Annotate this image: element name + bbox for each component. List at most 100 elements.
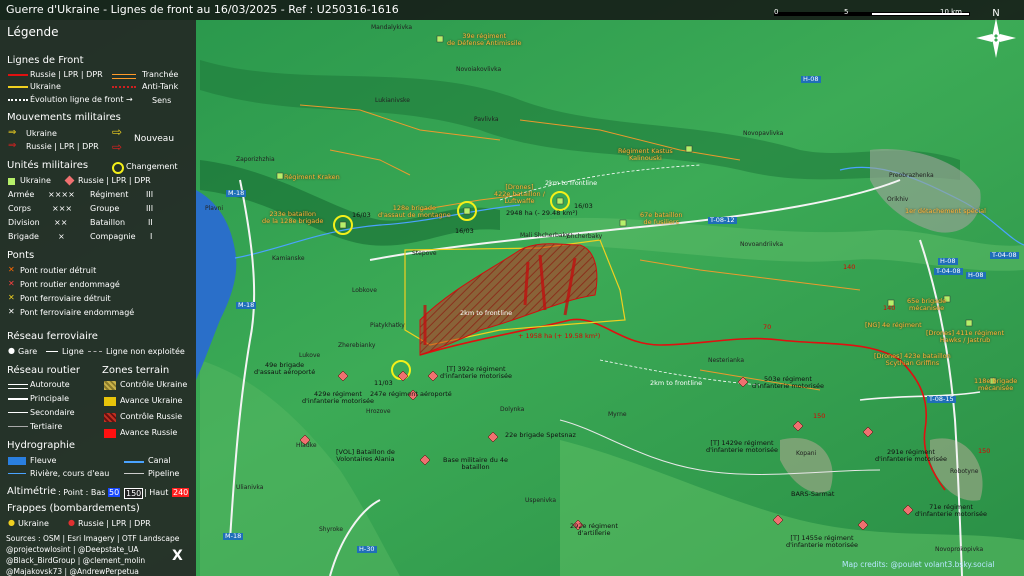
legend-swatch (8, 412, 28, 413)
town-label: Stepove (412, 250, 437, 257)
ukraine-arrow-icon: ⇒ (8, 127, 17, 138)
echelon-label: Régiment (90, 190, 129, 199)
unit-label-russia: [T] 1455e régiment d'infanterie motorisé… (786, 534, 859, 549)
legend-swatch (112, 86, 136, 88)
north-arrow: N (976, 4, 1016, 64)
new-ukraine-arrow-icon: ⇨ (112, 125, 123, 139)
area-label: 2948 ha (- 29.48 km²) (506, 209, 578, 217)
elevation-label: 150 (813, 412, 826, 420)
unit-label-ukraine: [Drones] 423e bataillon Scythian Griffin… (874, 352, 951, 367)
frontline-distance-label: 2km to frontline (460, 309, 513, 317)
echelon-symbol: II (148, 218, 153, 227)
road-label: H-30 (357, 545, 377, 553)
road-label: M-18 (236, 301, 257, 309)
legend-roads-heading: Réseau routier (7, 365, 80, 376)
legend-item: Canal (148, 456, 171, 465)
ukraine-unit-icon (8, 178, 15, 185)
legend-rail-heading: Réseau ferroviaire (7, 331, 98, 342)
legend-movements-heading: Mouvements militaires (7, 112, 121, 123)
altimetry-text: : Point : Bas (58, 488, 106, 497)
legend-item: Gare (18, 347, 38, 356)
legend-item: Ukraine (30, 82, 61, 91)
date-label: 16/03 (455, 227, 474, 235)
unit-label-ukraine: 65e brigade mécanisée (907, 297, 947, 312)
new-russia-arrow-icon: ⇨ (112, 140, 123, 154)
town-label: Nesterianka (708, 357, 745, 364)
ukraine-strike-icon: ● (8, 518, 15, 527)
road-label: T-04-08 (934, 267, 963, 275)
unit-label-ukraine: 67e bataillon de fusiliers (640, 211, 683, 226)
legend-item: Rivière, cours d'eau (30, 469, 110, 478)
unit-label-ukraine: 118e brigade mécanisée (974, 377, 1018, 392)
unit-label-ukraine: Régiment Kastus Kalinouski (618, 147, 673, 162)
road-label: M-18 (226, 189, 247, 197)
town-label: Kamianske (272, 255, 305, 262)
area-label: + 1958 ha (+ 19.58 km²) (518, 332, 601, 340)
town-label: Shcherbaky (567, 233, 603, 240)
echelon-label: Corps (8, 204, 32, 213)
bridge-damaged-icon: ✕ (8, 279, 15, 288)
town-label: Orikhiv (887, 196, 909, 203)
legend-swatch (104, 381, 116, 390)
legend-item: Secondaire (30, 408, 75, 417)
unit-label-ukraine: 128e brigade d'assaut de montagne (378, 204, 451, 219)
frontline-distance-label: 2km to frontline (545, 179, 598, 187)
unit-label-russia: 71e régiment d'infanterie motorisée (915, 503, 988, 518)
legend-swatch (104, 429, 116, 438)
unit-label-russia: 49e brigade d'assaut aéroporté (254, 361, 316, 376)
echelon-label: Compagnie (90, 232, 136, 241)
unit-label-russia: [T] 1429e régiment d'infanterie motorisé… (706, 439, 779, 454)
road-label: T-08-15 (927, 395, 956, 403)
echelon-symbol: × (58, 232, 65, 241)
legend-swatch (124, 473, 144, 474)
rail-bridge-destroyed-icon: ✕ (8, 293, 15, 302)
unit-label-russia: 429e régiment d'infanterie motorisée (302, 390, 375, 405)
unit-label-ukraine: [Drones] 411e régiment Hawks / Jastrub (926, 329, 1005, 344)
legend-bridges-heading: Ponts (7, 250, 35, 261)
town-label: Lukove (299, 352, 321, 359)
town-label: Lukianivske (375, 97, 410, 104)
map-credits[interactable]: Map credits: @poulet volant3.bsky.social (842, 560, 995, 569)
legend-altimetry-heading: Altimétrie (7, 486, 57, 497)
echelon-label: Brigade (8, 232, 39, 241)
elevation-label: 70 (763, 323, 772, 331)
echelon-symbol: III (146, 190, 154, 199)
date-label: 11/03 (374, 379, 393, 387)
map-title: Guerre d'Ukraine - Lignes de front au 16… (6, 3, 399, 16)
town-label: Novoandriivka (740, 241, 784, 248)
legend-item: Fleuve (30, 456, 57, 465)
town-label: Lobkove (352, 287, 377, 294)
echelon-symbol: ×××× (48, 190, 75, 199)
legend-item: Tertiaire (30, 422, 63, 431)
legend-swatch (8, 86, 28, 88)
legend-item: Pipeline (148, 469, 180, 478)
legend-swatch (8, 74, 28, 76)
legend-title: Légende (7, 25, 59, 39)
x-logo-icon[interactable]: X (172, 548, 183, 564)
altimetry-mid: 150 (124, 488, 144, 499)
legend-swatch (88, 351, 102, 352)
unit-label-russia: 22e brigade Spetsnaz (505, 431, 576, 439)
altimetry-high: 240 (172, 488, 190, 497)
legend-swatch (8, 384, 28, 389)
unit-label-russia: Base militaire du 4e bataillon (443, 456, 509, 471)
legend-item: Ligne (62, 347, 84, 356)
elevation-label: 140 (843, 263, 856, 271)
russia-strike-icon: ● (68, 518, 75, 527)
sources-line: @Majakovsk73 | @AndrewPerpetua (6, 567, 139, 576)
russia-arrow-icon: ⇒ (8, 140, 17, 151)
town-label: Myrne (608, 411, 627, 418)
legend-zones-heading: Zones terrain (102, 365, 170, 376)
scale-bar: 0 5 10 km (774, 3, 974, 17)
unit-label-ukraine: 1er détachement spécial (905, 207, 986, 215)
legend-hydro-heading: Hydrographie (7, 440, 75, 451)
legend-item: Pont routier détruit (20, 266, 97, 275)
unit-label-ukraine: 233e bataillon de la 128e brigade (262, 210, 324, 225)
legend-item: Contrôle Russie (120, 412, 183, 421)
frontline-distance-label: 2km to frontline (650, 379, 703, 387)
scale-tick: 10 km (940, 8, 963, 16)
echelon-symbol: III (146, 204, 154, 213)
unit-label-russia: 292e régiment d'artillerie (570, 522, 618, 537)
legend-item: Russie | LPR | DPR (78, 176, 151, 185)
legend-swatch (124, 461, 144, 463)
